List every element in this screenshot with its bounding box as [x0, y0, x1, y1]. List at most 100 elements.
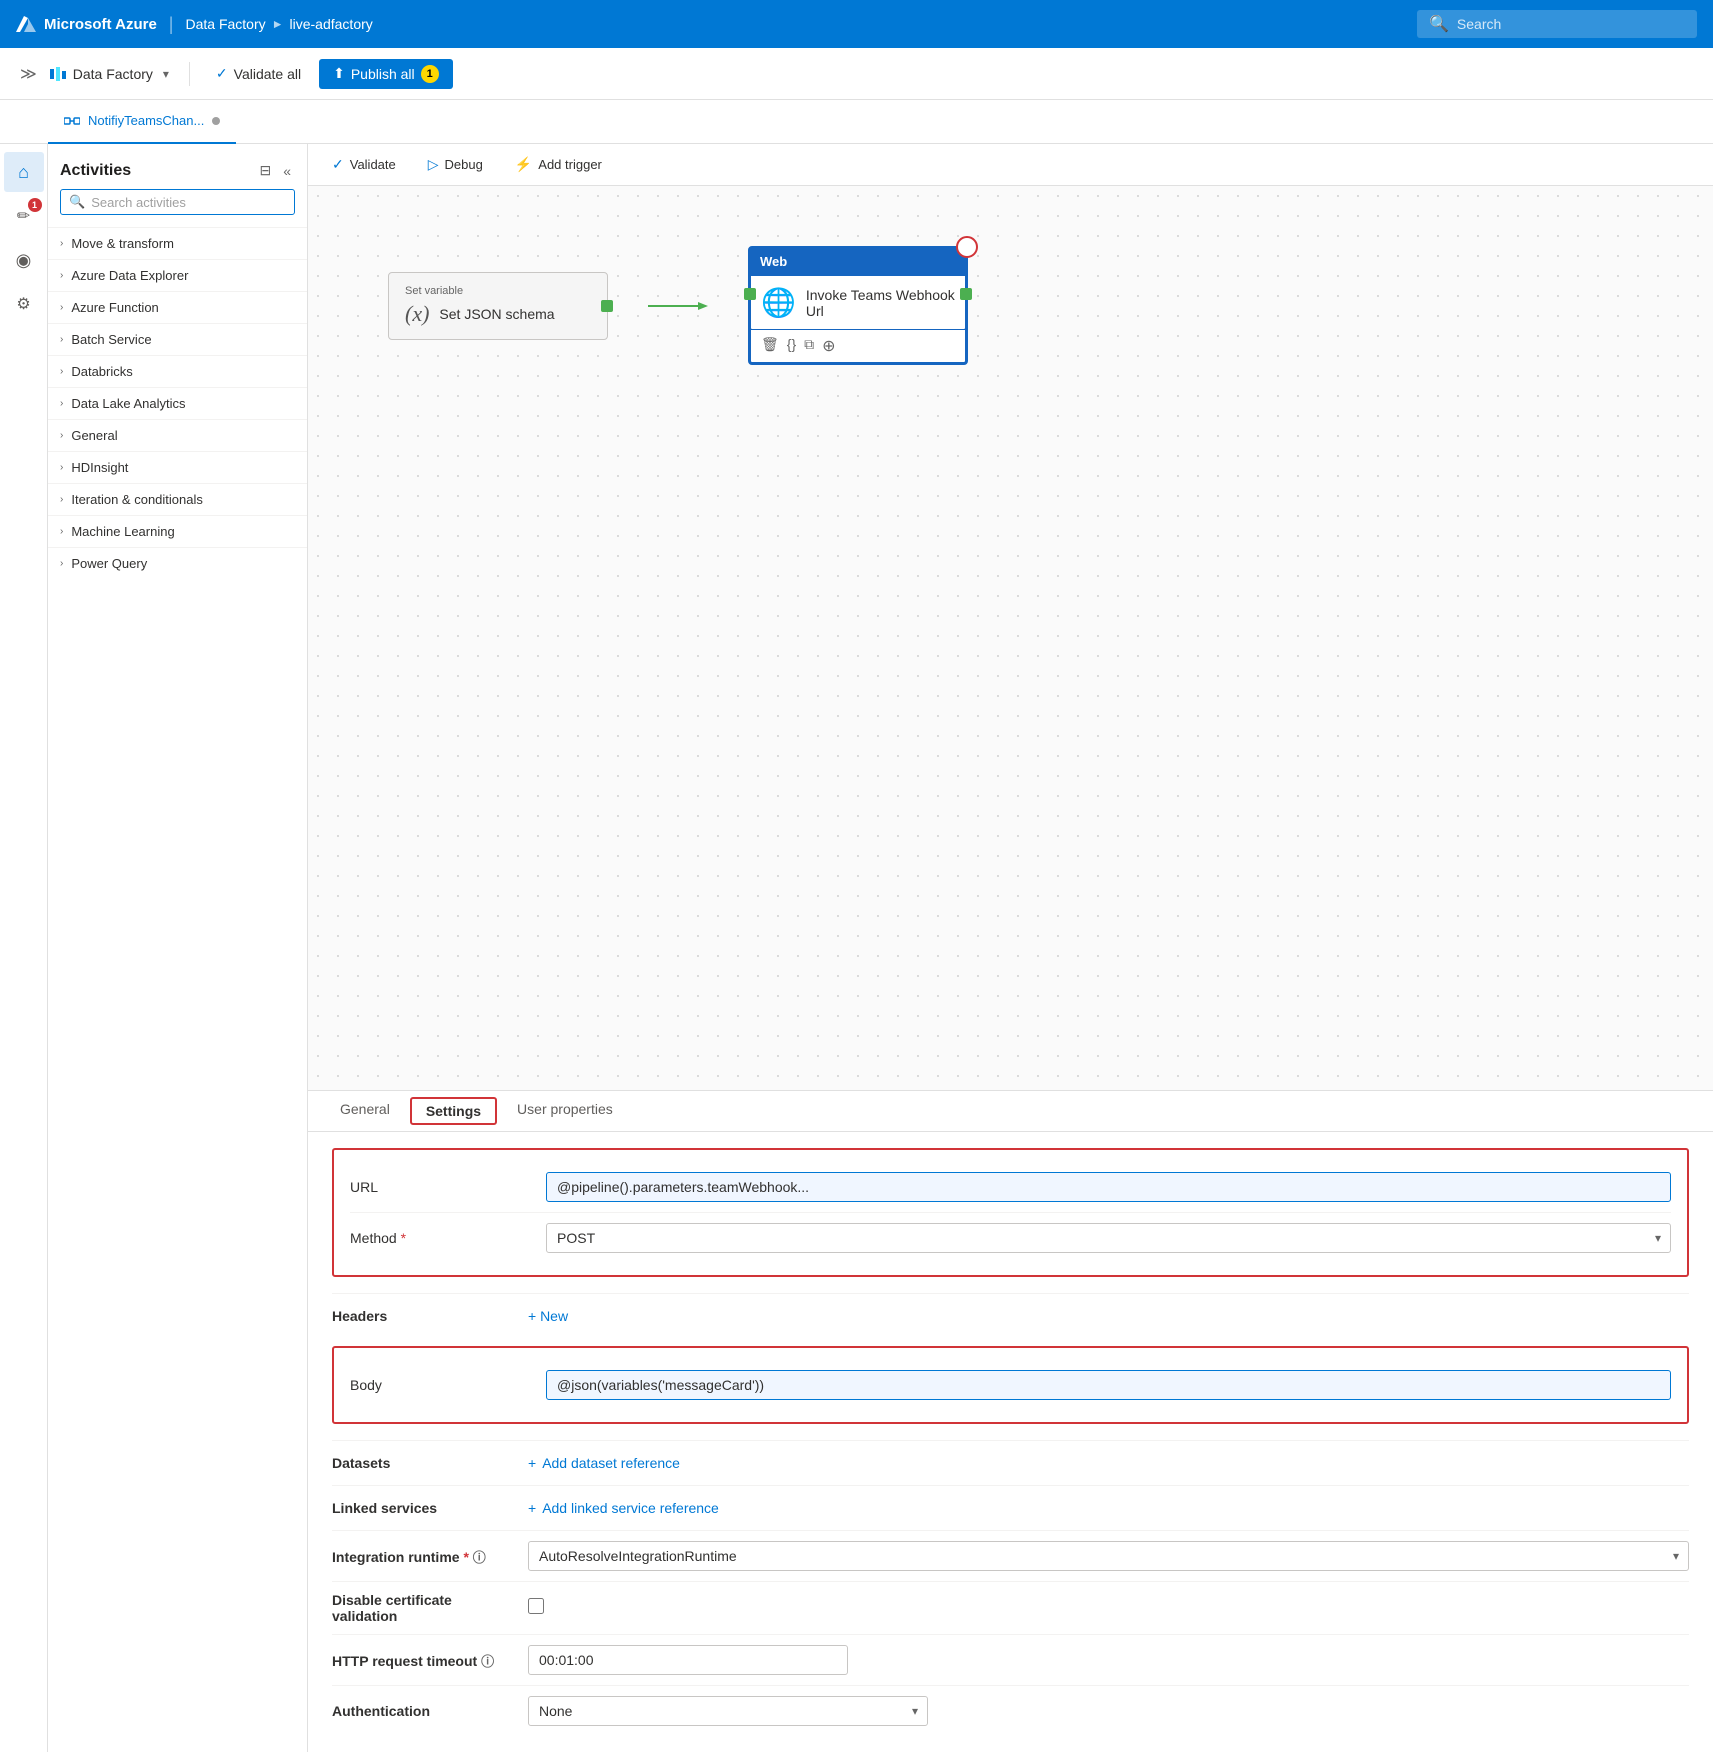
- url-row: URL: [350, 1162, 1671, 1212]
- activity-group-ml-header[interactable]: › Machine Learning: [48, 516, 307, 547]
- activities-collapse-button[interactable]: ⊟: [255, 160, 275, 181]
- web-node-connector-left: [744, 288, 756, 300]
- datasets-add: + Add dataset reference: [528, 1451, 1689, 1475]
- tab-general[interactable]: General: [324, 1091, 406, 1131]
- timeout-info-icon[interactable]: ⓘ: [481, 1654, 494, 1669]
- activities-title: Activities: [60, 162, 131, 180]
- validate-button[interactable]: ✓ Validate: [324, 152, 404, 177]
- activity-group-general-label: General: [71, 428, 117, 443]
- headers-row: Headers + New: [332, 1293, 1689, 1338]
- sidebar-edit-button[interactable]: ✏ 1: [4, 196, 44, 236]
- web-node-body: 🌐 Invoke Teams Webhook Url: [750, 275, 966, 330]
- add-header-button[interactable]: + New: [528, 1304, 568, 1328]
- validate-all-button[interactable]: ✓ Validate all: [206, 59, 311, 88]
- activities-search-bar[interactable]: 🔍: [60, 189, 295, 215]
- activity-group-databricks-header[interactable]: › Databricks: [48, 356, 307, 387]
- settings-tabs: General Settings User properties: [308, 1091, 1713, 1132]
- activity-chevron-hdinsight: ›: [60, 462, 63, 473]
- activity-group-iteration-header[interactable]: › Iteration & conditionals: [48, 484, 307, 515]
- monitor-icon: ◉: [16, 250, 32, 271]
- pipeline-arrow: [648, 296, 708, 316]
- activities-close-button[interactable]: «: [279, 160, 295, 181]
- activity-group-explorer-label: Azure Data Explorer: [71, 268, 188, 283]
- auth-row: Authentication None Basic Client Certifi…: [332, 1685, 1689, 1736]
- add-dataset-plus-icon: +: [528, 1455, 536, 1471]
- activity-group-move-label: Move & transform: [71, 236, 174, 251]
- second-toolbar: ≫ Data Factory ▾ ✓ Validate all ⬆ Publis…: [0, 48, 1713, 100]
- activity-group-explorer-header[interactable]: › Azure Data Explorer: [48, 260, 307, 291]
- edit-badge: 1: [28, 198, 42, 212]
- activity-group-function: › Azure Function: [48, 291, 307, 323]
- activity-group-databricks: › Databricks: [48, 355, 307, 387]
- activity-chevron-batch: ›: [60, 334, 63, 345]
- body-input[interactable]: [546, 1370, 1671, 1400]
- nav-separator: |: [169, 14, 174, 35]
- add-trigger-button[interactable]: ⚡ Add trigger: [507, 152, 610, 177]
- tab-user-properties[interactable]: User properties: [501, 1091, 629, 1131]
- integration-runtime-select[interactable]: AutoResolveIntegrationRuntime: [528, 1541, 1689, 1571]
- activity-group-function-header[interactable]: › Azure Function: [48, 292, 307, 323]
- ir-info-icon[interactable]: ⓘ: [473, 1550, 486, 1565]
- breadcrumb-data-factory[interactable]: Data Factory: [185, 16, 265, 32]
- tab-settings[interactable]: Settings: [410, 1097, 497, 1125]
- copy-node-icon[interactable]: ⧉: [804, 336, 814, 356]
- redirect-node-icon[interactable]: ⊕: [822, 336, 835, 356]
- web-node-title: Invoke Teams Webhook Url: [806, 287, 955, 319]
- disable-cert-label: Disable certificate validation: [332, 1592, 512, 1624]
- expand-left-panel-button[interactable]: ≫: [16, 60, 41, 88]
- activity-chevron-move: ›: [60, 238, 63, 249]
- publish-all-button[interactable]: ⬆ Publish all 1: [319, 59, 453, 89]
- add-linked-service-plus-icon: +: [528, 1500, 536, 1516]
- expression-node-icon[interactable]: {}: [787, 336, 796, 356]
- arrow-svg: [648, 296, 708, 316]
- url-input[interactable]: [546, 1172, 1671, 1202]
- activity-chevron-iteration: ›: [60, 494, 63, 505]
- activity-group-batch-header[interactable]: › Batch Service: [48, 324, 307, 355]
- linked-services-row: Linked services + Add linked service ref…: [332, 1485, 1689, 1530]
- activities-header: Activities ⊟ «: [48, 144, 307, 189]
- activity-group-function-label: Azure Function: [71, 300, 158, 315]
- activity-group-general-header[interactable]: › General: [48, 420, 307, 451]
- activities-search-icon: 🔍: [69, 194, 85, 210]
- auth-label: Authentication: [332, 1703, 512, 1719]
- publish-badge: 1: [421, 65, 439, 83]
- sidebar-monitor-button[interactable]: ◉: [4, 240, 44, 280]
- activity-group-datalake-header[interactable]: › Data Lake Analytics: [48, 388, 307, 419]
- auth-select-wrapper: None Basic Client Certificate Managed Id…: [528, 1696, 928, 1726]
- pipeline-tab[interactable]: NotifiyTeamsChan...: [48, 100, 236, 144]
- disable-cert-checkbox[interactable]: [528, 1598, 544, 1614]
- debug-play-icon: ▷: [428, 156, 439, 173]
- activity-group-move: › Move & transform: [48, 227, 307, 259]
- top-navbar: Microsoft Azure | Data Factory ► live-ad…: [0, 0, 1713, 48]
- debug-button[interactable]: ▷ Debug: [420, 152, 491, 177]
- node-connector-right: [601, 300, 613, 312]
- search-bar[interactable]: 🔍: [1417, 10, 1697, 38]
- set-variable-node[interactable]: Set variable (x) Set JSON schema: [388, 272, 608, 340]
- validate-check-icon: ✓: [332, 156, 344, 173]
- activity-group-move-header[interactable]: › Move & transform: [48, 228, 307, 259]
- toolbar-brand-dropdown[interactable]: ▾: [159, 63, 173, 85]
- add-dataset-button[interactable]: + Add dataset reference: [528, 1451, 680, 1475]
- activity-group-general: › General: [48, 419, 307, 451]
- activity-group-hdinsight-header[interactable]: › HDInsight: [48, 452, 307, 483]
- activity-group-hdinsight-label: HDInsight: [71, 460, 128, 475]
- activities-panel: Activities ⊟ « 🔍 › Move & transform ›: [48, 144, 308, 1752]
- http-timeout-input[interactable]: [528, 1645, 848, 1675]
- sidebar-home-button[interactable]: ⌂: [4, 152, 44, 192]
- auth-select[interactable]: None Basic Client Certificate Managed Id…: [528, 1696, 928, 1726]
- search-input[interactable]: [1457, 16, 1685, 32]
- datasets-label: Datasets: [332, 1455, 512, 1471]
- canvas-area: ✓ Validate ▷ Debug ⚡ Add trigger: [308, 144, 1713, 1752]
- sidebar-manage-button[interactable]: ⚙: [4, 284, 44, 324]
- delete-node-icon[interactable]: 🗑: [761, 336, 779, 356]
- method-select[interactable]: POST GET PUT DELETE: [546, 1223, 1671, 1253]
- activities-search-input[interactable]: [91, 195, 286, 210]
- add-linked-service-button[interactable]: + Add linked service reference: [528, 1496, 719, 1520]
- web-node-actions: 🗑 {} ⧉ ⊕: [750, 330, 966, 363]
- pipeline-canvas[interactable]: Set variable (x) Set JSON schema: [308, 186, 1713, 1090]
- web-activity-node[interactable]: Web 🌐 Invoke Teams Webhook Url 🗑 {} ⧉ ⊕: [748, 246, 968, 365]
- breadcrumb-live-adfactory[interactable]: live-adfactory: [290, 16, 373, 32]
- linked-services-label: Linked services: [332, 1500, 512, 1516]
- activity-group-powerquery-header[interactable]: › Power Query: [48, 548, 307, 579]
- url-value: [546, 1172, 1671, 1202]
